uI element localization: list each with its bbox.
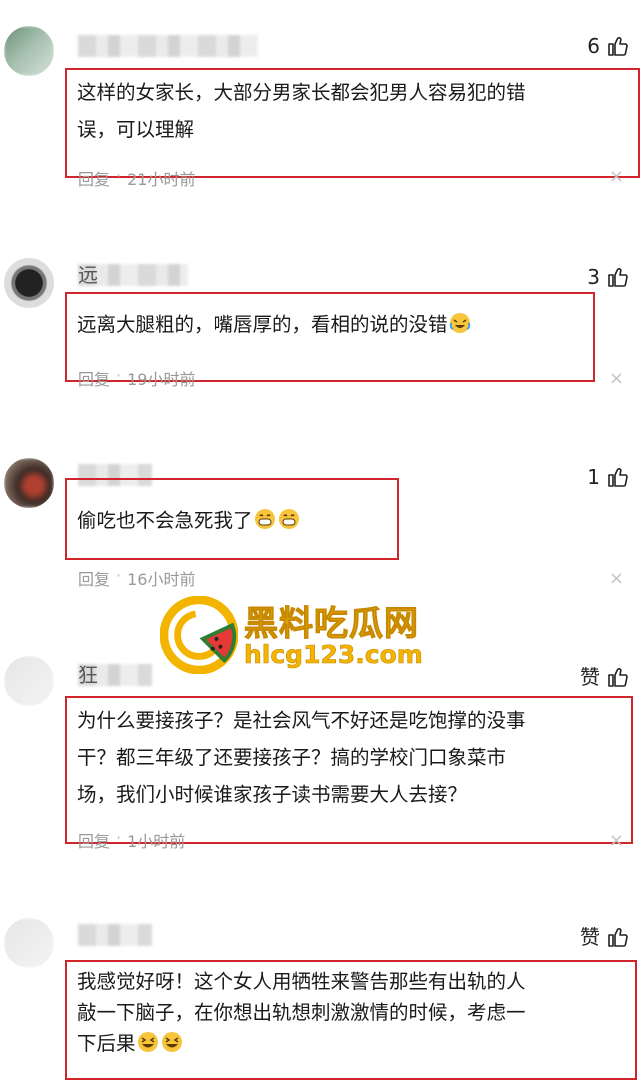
grinning-squint-emoji — [161, 1032, 182, 1052]
like-count: 1 — [587, 465, 600, 489]
like-label: 赞 — [580, 925, 600, 949]
watermark: 黑料吃瓜网 hlcg123.com — [160, 596, 450, 676]
thumbs-up-icon — [608, 928, 628, 947]
username[interactable] — [78, 33, 258, 59]
watermark-url: hlcg123.com — [244, 640, 423, 670]
thumbs-up-icon — [608, 468, 628, 487]
avatar[interactable] — [4, 258, 54, 308]
close-icon[interactable]: × — [609, 570, 624, 588]
timestamp: 21小时前 — [127, 170, 196, 189]
like-count: 3 — [587, 265, 600, 289]
watermelon-logo-icon — [160, 596, 238, 674]
like-button[interactable]: 赞 — [580, 662, 630, 692]
grinning-squint-emoji — [137, 1032, 158, 1052]
comment-text: 为什么要接孩子？是社会风气不好还是吃饱撑的没事 干？都三年级了还要接孩子？搞的学… — [65, 696, 633, 844]
reply-button[interactable]: 回复 — [78, 366, 110, 390]
comment-text: 偷吃也不会急死我了 — [65, 478, 399, 560]
username[interactable]: 狂 — [78, 662, 152, 688]
timestamp: 1小时前 — [127, 832, 186, 851]
avatar[interactable] — [4, 26, 54, 76]
comment-text: 我感觉好呀！这个女人用牺牲来警告那些有出轨的人 敲一下脑子，在你想出轨想刺激激情… — [65, 960, 637, 1080]
close-icon[interactable]: × — [609, 370, 624, 388]
comment-text: 这样的女家长，大部分男家长都会犯男人容易犯的错 误，可以理解 — [65, 68, 640, 178]
thumbs-up-icon — [608, 37, 628, 56]
close-icon[interactable]: × — [609, 832, 624, 850]
close-icon[interactable]: × — [609, 168, 624, 186]
timestamp: 16小时前 — [127, 570, 196, 589]
like-count: 6 — [587, 34, 600, 58]
like-label: 赞 — [580, 665, 600, 689]
thumbs-up-icon — [608, 668, 628, 687]
thumbs-up-icon — [608, 268, 628, 287]
grinning-emoji — [254, 509, 275, 529]
timestamp: 19小时前 — [127, 370, 196, 389]
laughing-crying-emoji — [449, 313, 470, 333]
username[interactable]: 远 — [78, 262, 188, 288]
avatar[interactable] — [4, 656, 54, 706]
grinning-emoji — [278, 509, 299, 529]
like-button[interactable]: 1 — [587, 462, 630, 492]
like-button[interactable]: 赞 — [580, 922, 630, 952]
reply-button[interactable]: 回复 — [78, 166, 110, 190]
reply-button[interactable]: 回复 — [78, 566, 110, 590]
watermark-title: 黑料吃瓜网 — [244, 604, 419, 645]
like-button[interactable]: 6 — [587, 31, 630, 61]
like-button[interactable]: 3 — [587, 262, 630, 292]
reply-button[interactable]: 回复 — [78, 828, 110, 852]
avatar[interactable] — [4, 458, 54, 508]
username[interactable] — [78, 922, 152, 948]
avatar[interactable] — [4, 918, 54, 968]
